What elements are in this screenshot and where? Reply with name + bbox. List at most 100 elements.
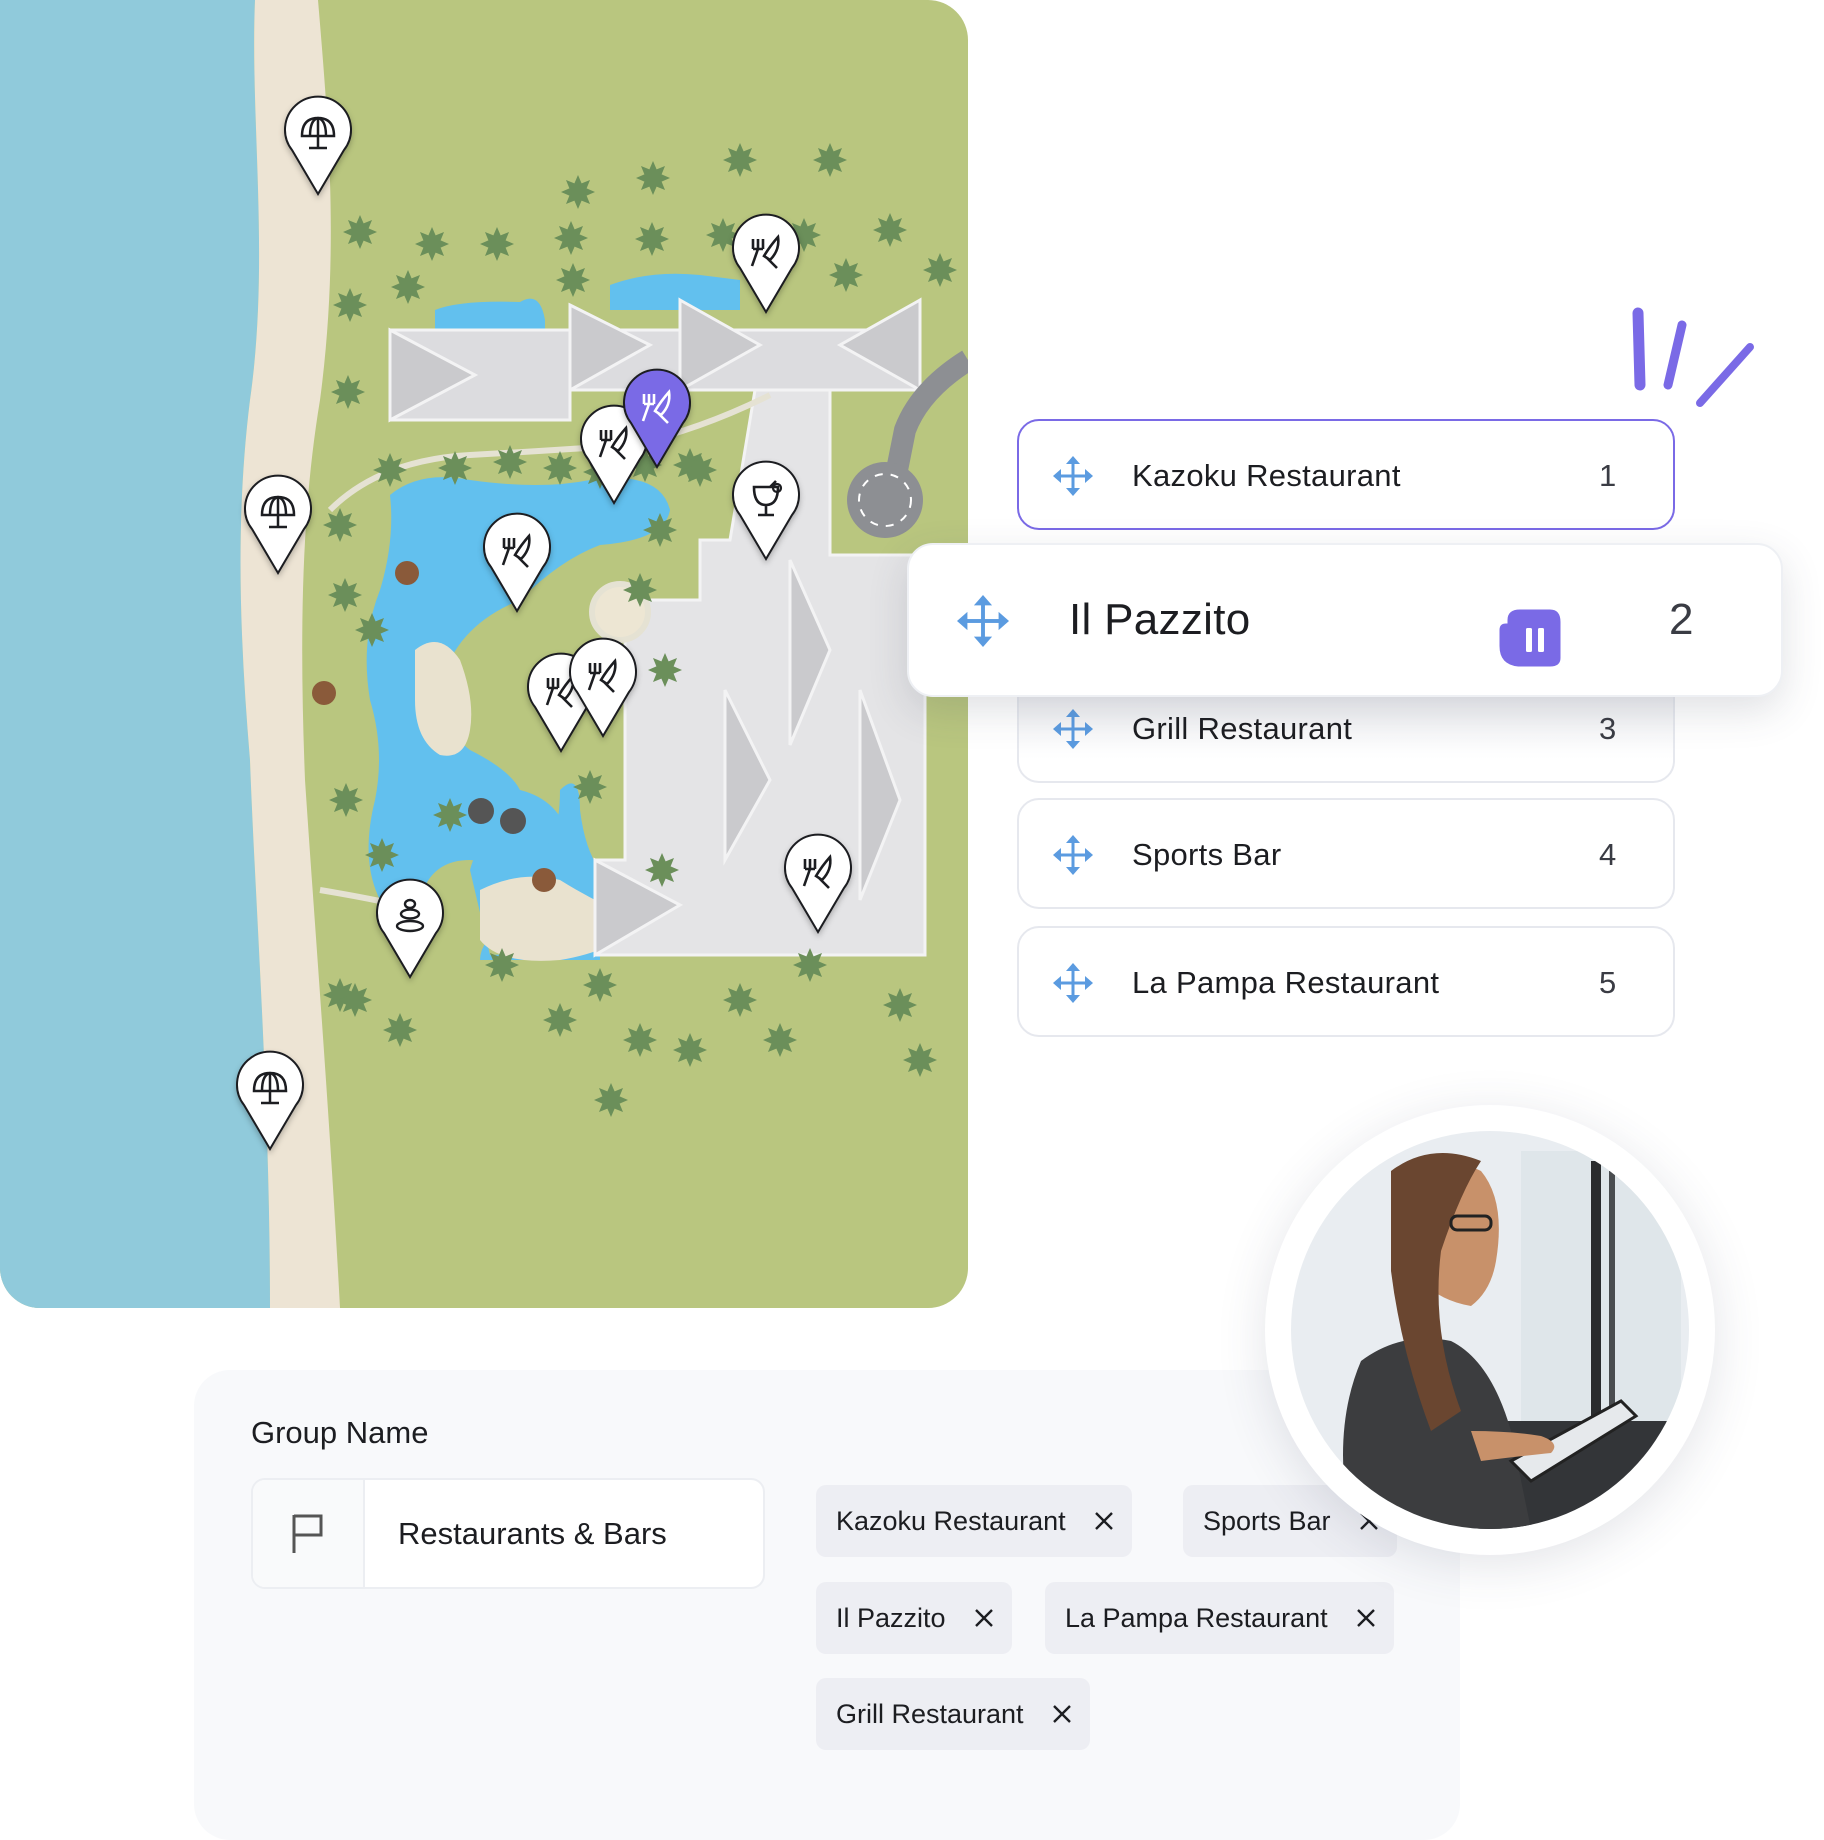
user-photo bbox=[1291, 1131, 1689, 1529]
palm-tree bbox=[883, 988, 917, 1022]
map-pin-spa[interactable] bbox=[375, 878, 445, 979]
palm-tree bbox=[648, 653, 682, 687]
palm-tree bbox=[331, 375, 365, 409]
group-name-input[interactable]: Restaurants & Bars bbox=[251, 1478, 765, 1589]
chip-il-pazzito: Il Pazzito bbox=[816, 1582, 1012, 1654]
list-item-label: Grill Restaurant bbox=[1132, 711, 1353, 746]
palm-tree bbox=[415, 227, 449, 261]
close-icon[interactable] bbox=[974, 1608, 994, 1628]
palm-tree bbox=[636, 161, 670, 195]
palm-tree bbox=[493, 445, 527, 479]
list-item-order: 5 bbox=[1599, 965, 1617, 1000]
palm-tree bbox=[829, 258, 863, 292]
list-item-label: Il Pazzito bbox=[1069, 595, 1251, 644]
palm-tree bbox=[903, 1043, 937, 1077]
palm-tree bbox=[643, 513, 677, 547]
map-pin-beach[interactable] bbox=[243, 474, 313, 575]
palm-tree bbox=[433, 798, 467, 832]
chip-label: Il Pazzito bbox=[836, 1602, 946, 1633]
palm-tree bbox=[329, 783, 363, 817]
map-pin-restaurant[interactable] bbox=[731, 213, 801, 314]
close-icon[interactable] bbox=[1356, 1608, 1376, 1628]
map-pin-restaurant[interactable] bbox=[568, 637, 638, 738]
palm-tree bbox=[480, 227, 514, 261]
sparkle-decoration bbox=[1632, 307, 1754, 407]
chip-kazoku: Kazoku Restaurant bbox=[816, 1485, 1132, 1557]
palm-tree bbox=[328, 578, 362, 612]
move-icon[interactable] bbox=[1053, 963, 1093, 1003]
map-pin-beach[interactable] bbox=[283, 95, 353, 196]
palm-tree bbox=[554, 221, 588, 255]
palm-tree bbox=[543, 1003, 577, 1037]
palm-tree bbox=[333, 288, 367, 322]
palm-tree bbox=[723, 143, 757, 177]
flag-icon bbox=[292, 1514, 323, 1553]
palm-tree bbox=[438, 451, 472, 485]
user-photo-frame bbox=[1265, 1105, 1715, 1555]
palm-tree bbox=[343, 215, 377, 249]
list-item-kazoku[interactable]: Kazoku Restaurant 1 bbox=[1017, 419, 1675, 530]
list-item-la-pampa[interactable]: La Pampa Restaurant 5 bbox=[1017, 926, 1675, 1037]
woman-with-tablet-illustration bbox=[1291, 1131, 1689, 1529]
map-pin-restaurant-selected[interactable] bbox=[622, 368, 692, 469]
list-item-label: Kazoku Restaurant bbox=[1132, 458, 1401, 493]
palm-tree bbox=[573, 770, 607, 804]
group-name-label: Group Name bbox=[251, 1415, 429, 1450]
move-icon[interactable] bbox=[1053, 835, 1093, 875]
palm-tree bbox=[485, 948, 519, 982]
pool bbox=[610, 273, 740, 310]
palm-tree bbox=[556, 263, 590, 297]
chip-label: La Pampa Restaurant bbox=[1065, 1602, 1328, 1633]
list-item-order: 2 bbox=[1669, 595, 1694, 644]
palm-tree bbox=[583, 968, 617, 1002]
palm-tree bbox=[813, 143, 847, 177]
palm-tree bbox=[383, 1013, 417, 1047]
map-pin-restaurant[interactable] bbox=[482, 512, 552, 613]
list-item-order: 4 bbox=[1599, 837, 1617, 872]
palm-tree bbox=[763, 1023, 797, 1057]
palm-tree bbox=[623, 573, 657, 607]
list-item-label: La Pampa Restaurant bbox=[1132, 965, 1440, 1000]
palm-tree bbox=[543, 451, 577, 485]
map-pin-bar[interactable] bbox=[731, 460, 801, 561]
grab-cursor-icon bbox=[1496, 606, 1564, 670]
map-pin-beach[interactable] bbox=[235, 1050, 305, 1151]
palm-tree bbox=[355, 613, 389, 647]
chip-grill: Grill Restaurant bbox=[816, 1678, 1090, 1750]
palm-tree bbox=[673, 1033, 707, 1067]
palm-tree bbox=[338, 983, 372, 1017]
palm-tree bbox=[594, 1083, 628, 1117]
sea bbox=[0, 0, 270, 1308]
chip-label: Grill Restaurant bbox=[836, 1698, 1024, 1729]
list-item-sports-bar[interactable]: Sports Bar 4 bbox=[1017, 798, 1675, 909]
flag-icon-box bbox=[253, 1480, 365, 1587]
palm-tree bbox=[873, 213, 907, 247]
palm-tree bbox=[635, 222, 669, 256]
map-canvas bbox=[0, 0, 968, 1308]
list-item-order: 3 bbox=[1599, 711, 1617, 746]
palm-tree bbox=[391, 270, 425, 304]
chip-la-pampa: La Pampa Restaurant bbox=[1045, 1582, 1394, 1654]
palm-tree bbox=[723, 983, 757, 1017]
chip-label: Sports Bar bbox=[1203, 1505, 1331, 1536]
palm-tree bbox=[645, 853, 679, 887]
list-item-label: Sports Bar bbox=[1132, 837, 1282, 872]
close-icon[interactable] bbox=[1094, 1511, 1114, 1531]
move-icon[interactable] bbox=[957, 595, 1009, 647]
close-icon[interactable] bbox=[1052, 1704, 1072, 1724]
chip-label: Kazoku Restaurant bbox=[836, 1505, 1066, 1536]
map-pin-restaurant[interactable] bbox=[783, 833, 853, 934]
list-item-order: 1 bbox=[1599, 458, 1617, 493]
move-icon[interactable] bbox=[1053, 456, 1093, 496]
palm-tree bbox=[561, 175, 595, 209]
move-icon[interactable] bbox=[1053, 709, 1093, 749]
palm-tree bbox=[793, 948, 827, 982]
palm-tree bbox=[923, 253, 957, 287]
palm-tree bbox=[623, 1023, 657, 1057]
palm-tree bbox=[323, 508, 357, 542]
resort-map[interactable] bbox=[0, 0, 968, 1308]
palm-tree bbox=[365, 838, 399, 872]
list-item-il-pazzito-dragging[interactable]: Il Pazzito 2 bbox=[907, 543, 1783, 697]
palm-tree bbox=[373, 453, 407, 487]
group-name-value: Restaurants & Bars bbox=[398, 1516, 667, 1551]
